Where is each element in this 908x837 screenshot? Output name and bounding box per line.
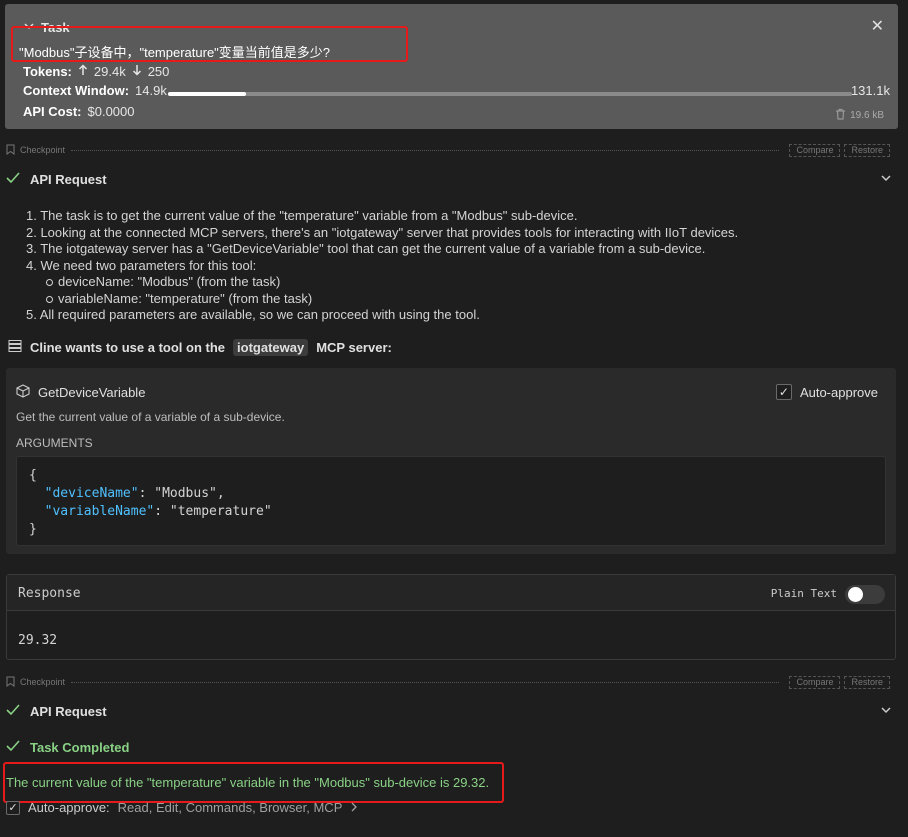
chevron-down-icon[interactable] xyxy=(880,704,892,719)
list-item: 2. Looking at the connected MCP servers,… xyxy=(26,224,739,240)
arg-key-text: deviceName xyxy=(52,486,131,501)
arg-key-text: variableName xyxy=(52,504,147,519)
check-icon xyxy=(6,704,20,719)
toggle-knob xyxy=(848,587,863,602)
list-item: 5. All required parameters are available… xyxy=(26,307,480,322)
auto-approve-footer[interactable]: ✓ Auto-approve: Read, Edit, Commands, Br… xyxy=(6,800,358,815)
arg-value: Modbus xyxy=(162,486,210,501)
checkbox-icon[interactable]: ✓ xyxy=(6,800,20,815)
list-item: 1. The task is to get the current value … xyxy=(26,208,578,223)
tokens-in: 29.4k xyxy=(93,64,126,79)
server-name-chip: iotgateway xyxy=(233,339,309,356)
checkbox-icon[interactable]: ✓ xyxy=(775,384,792,400)
response-header: Response Plain Text xyxy=(7,575,895,611)
task-size: 19.6 kB xyxy=(835,108,884,123)
restore-button[interactable]: Restore xyxy=(844,143,890,157)
list-item: deviceName: "Modbus" (from the task) xyxy=(26,274,738,291)
task-size-value: 19.6 kB xyxy=(850,110,884,121)
tool-name-label: GetDeviceVariable xyxy=(38,385,146,400)
response-title: Response xyxy=(18,586,81,601)
chevron-down-icon[interactable] xyxy=(880,172,892,187)
api-request-row[interactable]: API Request xyxy=(6,704,896,719)
checkpoint-label: Checkpoint xyxy=(20,145,66,155)
context-used: 14.9k xyxy=(135,83,167,98)
bookmark-icon xyxy=(6,676,15,689)
completion-text: The current value of the "temperature" v… xyxy=(6,775,490,790)
tokens-row: Tokens: 29.4k 250 xyxy=(23,64,169,79)
task-completed-label: Task Completed xyxy=(30,740,130,755)
checkpoint-label: Checkpoint xyxy=(20,677,66,687)
checkpoint-row: Checkpoint Compare Restore xyxy=(6,675,890,689)
context-label: Context Window: xyxy=(23,83,130,98)
tool-use-prefix: Cline wants to use a tool on the xyxy=(30,340,226,355)
trash-icon[interactable] xyxy=(835,108,846,123)
list-item: variableName: "temperature" (from the ta… xyxy=(26,291,738,308)
tool-name: GetDeviceVariable xyxy=(16,384,145,401)
plain-text-label: Plain Text xyxy=(770,587,837,600)
cost-row: API Cost: $0.0000 xyxy=(23,104,135,119)
arg-key: "deviceName" xyxy=(44,486,139,501)
checkpoint-divider xyxy=(71,681,780,683)
server-icon xyxy=(8,339,22,356)
list-item: 3. The iotgateway server has a "GetDevic… xyxy=(26,241,706,256)
api-request-row[interactable]: API Request xyxy=(6,172,896,187)
compare-button[interactable]: Compare xyxy=(789,143,841,157)
check-icon xyxy=(6,740,20,755)
tool-use-heading: Cline wants to use a tool on the iotgate… xyxy=(8,339,392,356)
auto-approve-options: Read, Edit, Commands, Browser, MCP xyxy=(117,800,343,815)
arguments-code: { "deviceName": "Modbus", "variableName"… xyxy=(16,456,886,546)
compare-button[interactable]: Compare xyxy=(789,675,841,689)
cost-label: API Cost: xyxy=(23,104,82,119)
tool-use-suffix: MCP server: xyxy=(316,340,392,355)
context-row: Context Window: 14.9k xyxy=(23,83,167,98)
tokens-label: Tokens: xyxy=(23,64,72,79)
arg-key: "variableName" xyxy=(44,504,155,519)
chevron-right-icon[interactable] xyxy=(350,800,358,815)
plain-text-toggle[interactable] xyxy=(845,585,885,604)
check-icon xyxy=(6,172,20,187)
tool-description: Get the current value of a variable of a… xyxy=(16,410,285,424)
context-progress-fill xyxy=(168,92,246,96)
arrow-down-icon xyxy=(132,64,142,79)
checkpoint-divider xyxy=(71,149,780,151)
api-request-label: API Request xyxy=(30,172,107,187)
tokens-out: 250 xyxy=(147,64,170,79)
cube-icon xyxy=(16,384,30,401)
task-question: "Modbus"子设备中，"temperature"变量当前值是多少? xyxy=(19,45,331,60)
context-max: 131.1k xyxy=(850,83,890,98)
restore-button[interactable]: Restore xyxy=(844,675,890,689)
reasoning-list: 1. The task is to get the current value … xyxy=(26,208,738,324)
cost-value: $0.0000 xyxy=(87,104,135,119)
auto-approve-label: Auto-approve xyxy=(799,384,878,400)
arrow-up-icon xyxy=(78,64,88,79)
arguments-label: ARGUMENTS xyxy=(16,436,93,450)
bookmark-icon xyxy=(6,144,15,157)
checkpoint-row: Checkpoint Compare Restore xyxy=(6,143,890,157)
close-icon[interactable]: ✕ xyxy=(871,16,884,36)
response-card: Response Plain Text 29.32 xyxy=(6,574,896,660)
auto-approve-footer-label: Auto-approve: xyxy=(28,800,110,815)
auto-approve-checkbox[interactable]: ✓ Auto-approve xyxy=(775,384,878,400)
task-header: Task ✕ "Modbus"子设备中，"temperature"变量当前值是多… xyxy=(5,4,898,129)
task-completed-row: Task Completed xyxy=(6,740,129,755)
arg-value: temperature xyxy=(177,504,264,519)
response-value: 29.32 xyxy=(18,633,58,648)
api-request-label: API Request xyxy=(30,704,107,719)
tool-card: GetDeviceVariable ✓ Auto-approve Get the… xyxy=(6,368,896,554)
context-progress-bar xyxy=(168,92,852,96)
list-item: 4. We need two parameters for this tool: xyxy=(26,257,257,273)
